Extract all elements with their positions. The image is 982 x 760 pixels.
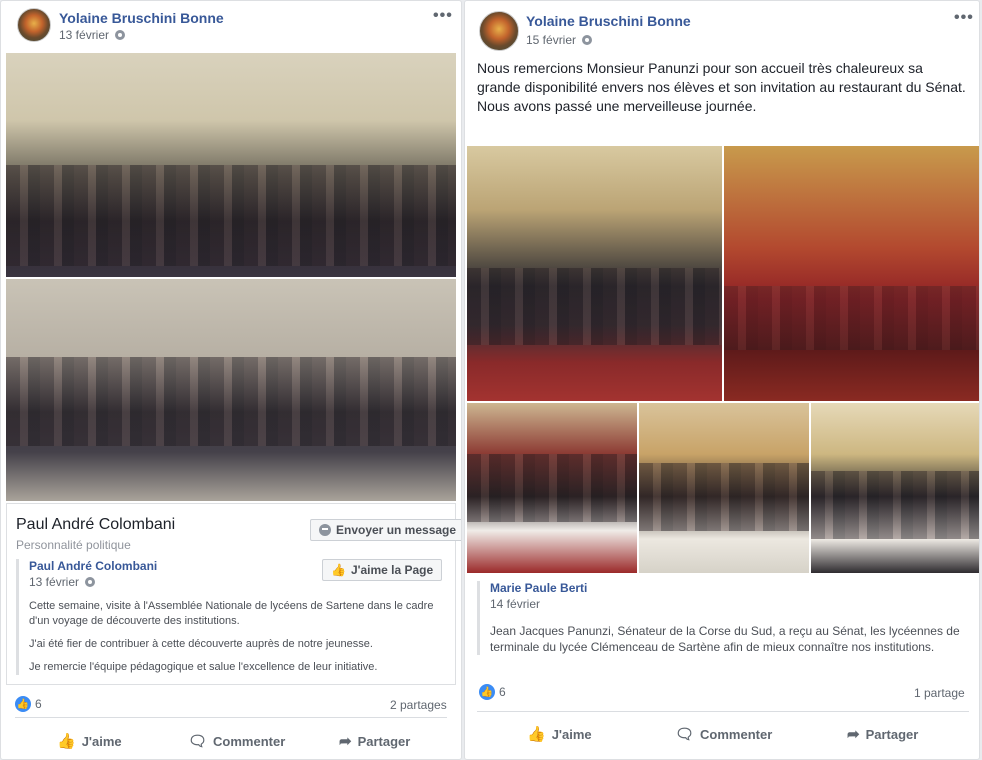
reactions-summary[interactable]: 👍 6 bbox=[15, 696, 42, 712]
quote-paragraph-1: Cette semaine, visite à l'Assemblée Nati… bbox=[29, 600, 434, 627]
divider bbox=[15, 717, 447, 718]
post-date-text[interactable]: 15 février bbox=[526, 33, 576, 47]
like-label: J'aime bbox=[81, 733, 122, 749]
shared-quote: Marie Paule Berti 14 février Jean Jacque… bbox=[477, 581, 967, 655]
divider bbox=[477, 711, 969, 712]
comment-button[interactable]: 🗨 Commenter bbox=[188, 732, 285, 750]
comment-icon: 🗨 bbox=[675, 726, 695, 743]
post-text-paragraph-2: Nous avons passé une merveilleuse journé… bbox=[477, 98, 757, 114]
post-photo-4[interactable] bbox=[639, 403, 809, 573]
post-photo-2[interactable] bbox=[6, 279, 456, 501]
globe-icon bbox=[582, 35, 593, 45]
comment-label: Commenter bbox=[213, 733, 286, 749]
share-arrow-icon: ➦ bbox=[847, 726, 860, 743]
post-author[interactable]: Yolaine Bruschini Bonne bbox=[59, 10, 224, 26]
author-avatar[interactable] bbox=[479, 11, 519, 51]
post-right: Yolaine Bruschini Bonne 15 février ••• N… bbox=[464, 0, 980, 760]
share-arrow-icon: ➦ bbox=[339, 733, 352, 750]
share-label: Partager bbox=[865, 726, 919, 742]
quote-author[interactable]: Paul André Colombani bbox=[29, 559, 436, 573]
like-label: J'aime bbox=[551, 726, 592, 742]
quote-date[interactable]: 13 février bbox=[29, 575, 436, 589]
send-message-button[interactable]: Envoyer un message bbox=[310, 519, 461, 541]
shared-quote: Paul André Colombani 13 février Cette se… bbox=[16, 559, 436, 675]
post-text: Nous remercions Monsieur Panunzi pour so… bbox=[477, 59, 969, 116]
post-text-paragraph-1: Nous remercions Monsieur Panunzi pour so… bbox=[477, 60, 966, 95]
post-date[interactable]: 15 février bbox=[526, 33, 593, 47]
post-date[interactable]: 13 février bbox=[59, 28, 126, 42]
quote-paragraph-3: Je remercie l'équipe pédagogique et salu… bbox=[29, 661, 378, 673]
author-avatar[interactable] bbox=[17, 8, 51, 42]
post-date-text[interactable]: 13 février bbox=[59, 28, 109, 42]
like-reaction-icon: 👍 bbox=[479, 684, 495, 700]
page-category: Personnalité politique bbox=[16, 538, 131, 552]
thumbs-up-icon: 👍 bbox=[527, 726, 546, 743]
like-reaction-icon: 👍 bbox=[15, 696, 31, 712]
quote-date-text[interactable]: 14 février bbox=[490, 597, 540, 611]
quote-date[interactable]: 14 février bbox=[490, 597, 967, 611]
globe-icon bbox=[115, 30, 126, 40]
quote-paragraph: Jean Jacques Panunzi, Sénateur de la Cor… bbox=[490, 624, 960, 654]
quote-author[interactable]: Marie Paule Berti bbox=[490, 581, 967, 595]
share-button[interactable]: ➦ Partager bbox=[847, 725, 918, 743]
post-photo-1[interactable] bbox=[6, 53, 456, 277]
thumbs-up-icon: 👍 bbox=[57, 733, 76, 750]
like-button[interactable]: 👍 J'aime bbox=[527, 725, 592, 743]
post-left: Yolaine Bruschini Bonne 13 février ••• P… bbox=[0, 0, 462, 760]
comment-label: Commenter bbox=[700, 726, 773, 742]
share-button[interactable]: ➦ Partager bbox=[339, 732, 410, 750]
reactions-summary[interactable]: 👍 6 bbox=[479, 684, 506, 700]
messenger-icon bbox=[319, 524, 331, 536]
post-photo-3[interactable] bbox=[467, 403, 637, 573]
reactions-count: 6 bbox=[499, 685, 506, 699]
page-name[interactable]: Paul André Colombani bbox=[16, 516, 175, 534]
comment-button[interactable]: 🗨 Commenter bbox=[675, 725, 772, 743]
share-label: Partager bbox=[357, 733, 411, 749]
post-photo-1[interactable] bbox=[467, 146, 722, 401]
post-author[interactable]: Yolaine Bruschini Bonne bbox=[526, 13, 691, 29]
like-button[interactable]: 👍 J'aime bbox=[57, 732, 122, 750]
globe-icon bbox=[85, 577, 96, 587]
shares-count[interactable]: 2 partages bbox=[390, 698, 447, 712]
page-card: Paul André Colombani Personnalité politi… bbox=[6, 503, 461, 685]
quote-paragraph-2: J'ai été fier de contribuer à cette déco… bbox=[29, 638, 373, 650]
comment-icon: 🗨 bbox=[188, 733, 208, 750]
shares-count[interactable]: 1 partage bbox=[914, 686, 965, 700]
send-message-label: Envoyer un message bbox=[336, 523, 457, 537]
quote-date-text[interactable]: 13 février bbox=[29, 575, 79, 589]
more-options-icon[interactable]: ••• bbox=[954, 9, 974, 27]
post-photo-5[interactable] bbox=[811, 403, 979, 573]
more-options-icon[interactable]: ••• bbox=[433, 7, 453, 25]
reactions-count: 6 bbox=[35, 697, 42, 711]
post-photo-2[interactable] bbox=[724, 146, 979, 401]
